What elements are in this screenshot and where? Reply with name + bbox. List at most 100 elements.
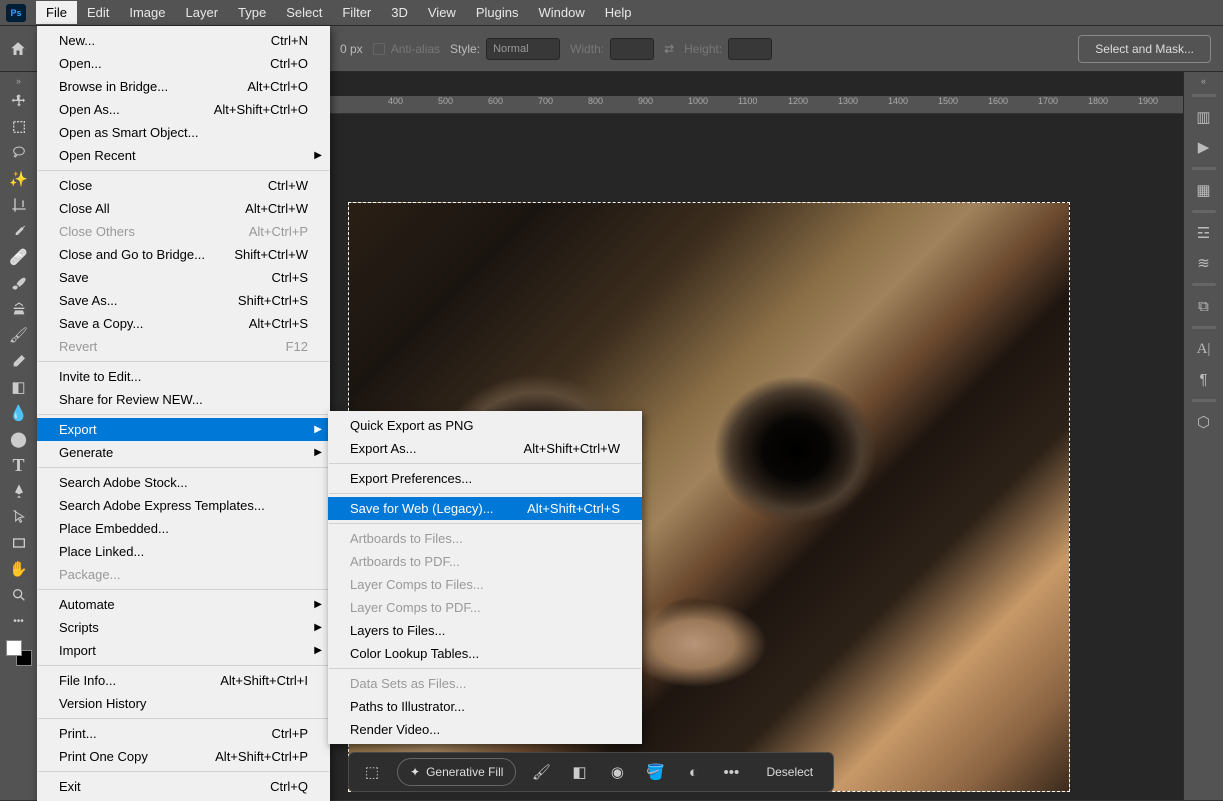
crop-tool[interactable] [4, 192, 34, 218]
menu-view[interactable]: View [418, 1, 466, 24]
add-adjustment-icon[interactable]: ◧ [566, 759, 592, 785]
healing-brush-tool[interactable]: 🩹 [4, 244, 34, 270]
bucket-icon[interactable]: 🪣 [642, 759, 668, 785]
magic-wand-tool[interactable]: ✨ [4, 166, 34, 192]
menuitem-print-one-copy[interactable]: Print One CopyAlt+Shift+Ctrl+P [37, 745, 330, 768]
menuitem-open-recent[interactable]: Open Recent▶ [37, 144, 330, 167]
menuitem-color-lookup-tables[interactable]: Color Lookup Tables... [328, 642, 642, 665]
character-panel-icon[interactable]: A| [1190, 335, 1218, 363]
left-toolbar: » ✨ 🩹 🖌 ◧ 💧 ⬤ T ✋ ••• [0, 72, 38, 800]
menuitem-close-all[interactable]: Close AllAlt+Ctrl+W [37, 197, 330, 220]
swap-icon[interactable]: ⇄ [664, 42, 674, 56]
menuitem-save[interactable]: SaveCtrl+S [37, 266, 330, 289]
brush-action-icon[interactable]: 🖌 [528, 759, 554, 785]
adjustments-panel-icon[interactable]: ☲ [1190, 219, 1218, 247]
menuitem-quick-export-as-png[interactable]: Quick Export as PNG [328, 414, 642, 437]
menuitem-share-for-review-new[interactable]: Share for Review NEW... [37, 388, 330, 411]
pen-tool[interactable] [4, 478, 34, 504]
menuitem-print[interactable]: Print...Ctrl+P [37, 722, 330, 745]
menuitem-browse-in-bridge[interactable]: Browse in Bridge...Alt+Ctrl+O [37, 75, 330, 98]
dock-collapse-icon[interactable]: « [1201, 76, 1206, 86]
menuitem-automate[interactable]: Automate▶ [37, 593, 330, 616]
menuitem-open-as-smart-object[interactable]: Open as Smart Object... [37, 121, 330, 144]
menu-edit[interactable]: Edit [77, 1, 119, 24]
style-select[interactable]: Normal [486, 38, 560, 60]
menu-plugins[interactable]: Plugins [466, 1, 529, 24]
menuitem-export-as[interactable]: Export As...Alt+Shift+Ctrl+W [328, 437, 642, 460]
path-select-tool[interactable] [4, 504, 34, 530]
menuitem-scripts[interactable]: Scripts▶ [37, 616, 330, 639]
deselect-button[interactable]: Deselect [756, 759, 823, 785]
dodge-tool[interactable]: ⬤ [4, 426, 34, 452]
fill-icon[interactable]: ◉ [604, 759, 630, 785]
menuitem-generate[interactable]: Generate▶ [37, 441, 330, 464]
blur-tool[interactable]: 💧 [4, 400, 34, 426]
history-brush-tool[interactable]: 🖌 [4, 322, 34, 348]
marquee-tool[interactable] [4, 114, 34, 140]
menuitem-save-for-web-legacy[interactable]: Save for Web (Legacy)...Alt+Shift+Ctrl+S [328, 497, 642, 520]
lasso-tool[interactable] [4, 140, 34, 166]
menuitem-search-adobe-stock[interactable]: Search Adobe Stock... [37, 471, 330, 494]
3d-panel-icon[interactable]: ⬡ [1190, 408, 1218, 436]
menu-window[interactable]: Window [528, 1, 594, 24]
hand-tool[interactable]: ✋ [4, 556, 34, 582]
more-icon[interactable]: ••• [718, 759, 744, 785]
generative-fill-button[interactable]: ✦Generative Fill [397, 758, 516, 786]
menuitem-place-embedded[interactable]: Place Embedded... [37, 517, 330, 540]
menuitem-render-video[interactable]: Render Video... [328, 718, 642, 741]
zoom-tool[interactable] [4, 582, 34, 608]
menuitem-close-and-go-to-bridge[interactable]: Close and Go to Bridge...Shift+Ctrl+W [37, 243, 330, 266]
feather-value: 0 px [340, 42, 363, 56]
eyedropper-tool[interactable] [4, 218, 34, 244]
menuitem-open-as[interactable]: Open As...Alt+Shift+Ctrl+O [37, 98, 330, 121]
menuitem-place-linked[interactable]: Place Linked... [37, 540, 330, 563]
collapse-icon[interactable]: » [16, 76, 21, 86]
swatches-panel-icon[interactable]: ▦ [1190, 176, 1218, 204]
color-swatches[interactable] [6, 640, 32, 666]
menu-layer[interactable]: Layer [176, 1, 229, 24]
eraser-tool[interactable] [4, 348, 34, 374]
menu-3d[interactable]: 3D [381, 1, 418, 24]
menuitem-new[interactable]: New...Ctrl+N [37, 29, 330, 52]
menuitem-close[interactable]: CloseCtrl+W [37, 174, 330, 197]
select-and-mask-button[interactable]: Select and Mask... [1078, 35, 1211, 63]
menuitem-export[interactable]: Export▶ [37, 418, 330, 441]
menu-help[interactable]: Help [595, 1, 642, 24]
move-tool[interactable] [4, 88, 34, 114]
antialias-label: Anti-alias [391, 42, 440, 56]
layers-panel-icon[interactable]: ⧉ [1190, 292, 1218, 320]
rectangle-tool[interactable] [4, 530, 34, 556]
menuitem-file-info[interactable]: File Info...Alt+Shift+Ctrl+I [37, 669, 330, 692]
gradient-tool[interactable]: ◧ [4, 374, 34, 400]
color-panel-icon[interactable]: ▥ [1190, 103, 1218, 131]
menuitem-version-history[interactable]: Version History [37, 692, 330, 715]
selection-indicator-icon: ⬚ [359, 759, 385, 785]
menuitem-invite-to-edit[interactable]: Invite to Edit... [37, 365, 330, 388]
menuitem-import[interactable]: Import▶ [37, 639, 330, 662]
menu-select[interactable]: Select [276, 1, 332, 24]
menu-file[interactable]: File [36, 1, 77, 24]
invert-icon[interactable]: ◐ [680, 759, 706, 785]
export-submenu: Quick Export as PNGExport As...Alt+Shift… [328, 411, 642, 744]
menuitem-artboards-to-files: Artboards to Files... [328, 527, 642, 550]
menuitem-save-a-copy[interactable]: Save a Copy...Alt+Ctrl+S [37, 312, 330, 335]
play-icon[interactable]: ▶ [1190, 133, 1218, 161]
menuitem-exit[interactable]: ExitCtrl+Q [37, 775, 330, 798]
menuitem-search-adobe-express-templates[interactable]: Search Adobe Express Templates... [37, 494, 330, 517]
menuitem-export-preferences[interactable]: Export Preferences... [328, 467, 642, 490]
styles-panel-icon[interactable]: ≋ [1190, 249, 1218, 277]
menu-type[interactable]: Type [228, 1, 276, 24]
menu-filter[interactable]: Filter [332, 1, 381, 24]
menuitem-paths-to-illustrator[interactable]: Paths to Illustrator... [328, 695, 642, 718]
menuitem-layers-to-files[interactable]: Layers to Files... [328, 619, 642, 642]
clone-stamp-tool[interactable] [4, 296, 34, 322]
menuitem-save-as[interactable]: Save As...Shift+Ctrl+S [37, 289, 330, 312]
home-icon[interactable] [6, 37, 30, 61]
menu-image[interactable]: Image [119, 1, 175, 24]
edit-toolbar[interactable]: ••• [4, 608, 34, 634]
paragraph-panel-icon[interactable]: ¶ [1190, 365, 1218, 393]
menuitem-close-others: Close OthersAlt+Ctrl+P [37, 220, 330, 243]
brush-tool[interactable] [4, 270, 34, 296]
type-tool[interactable]: T [4, 452, 34, 478]
menuitem-open[interactable]: Open...Ctrl+O [37, 52, 330, 75]
